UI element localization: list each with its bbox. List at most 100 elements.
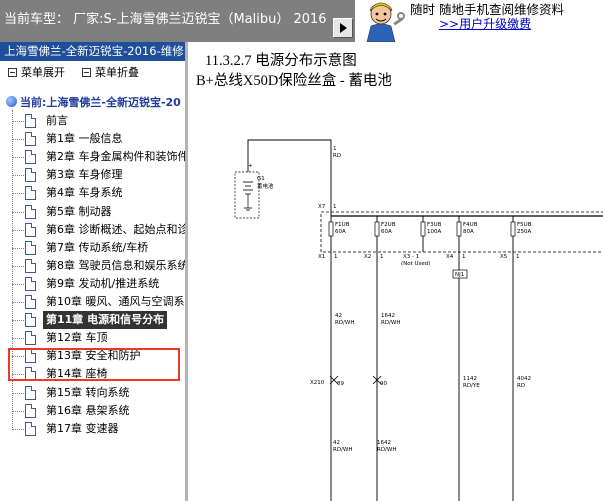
fuse-connector-pin: 1: [462, 254, 466, 260]
document-icon: [25, 313, 36, 328]
tree-branch-line: [12, 193, 24, 195]
tree-item[interactable]: 第10章 暖风、通风与空调系: [12, 293, 185, 311]
document-icon: [25, 186, 36, 201]
tree-root-current[interactable]: 当前:上海雪佛兰-全新迈锐宝-20: [6, 94, 181, 112]
fuse-symbol: [374, 221, 380, 237]
tree-item-label: 第12章 车顶: [46, 331, 108, 345]
tree-branch-line: [12, 247, 24, 249]
inline-pin-1: 89: [337, 381, 344, 387]
tree-item[interactable]: 第4章 车身系统: [12, 184, 185, 202]
fuse-rating: 60A: [335, 229, 346, 235]
fuse-name: F2UB: [381, 222, 396, 228]
fuse-name: F3UB: [427, 222, 442, 228]
fuse-wire-color: RD: [517, 383, 525, 389]
top-connector-pin: 1: [333, 204, 337, 210]
document-icon: [25, 240, 36, 255]
tree-item-label: 第6章 诊断概述、起始点和诊: [46, 222, 188, 236]
tree-item-label: 第7章 传动系统/车桥: [46, 240, 149, 254]
fuses: F1UB60AX1 142RD/WHF2UB60AX2 11642RD/WHF3UB…: [318, 216, 532, 501]
fuse-connector: X4: [446, 254, 454, 260]
fuse-connector-pin: 1: [516, 254, 520, 260]
upgrade-payment-link[interactable]: >>用户升级缴费: [439, 17, 531, 32]
top-connector: X7: [318, 204, 326, 210]
fuse-rating: 100A: [427, 229, 441, 235]
fuse-wire-number: 4042: [517, 376, 531, 382]
lower-wire-1-color: RD/WH: [333, 447, 352, 453]
document-icon: [25, 132, 36, 147]
fuse-rating: 250A: [517, 229, 531, 235]
tree-item[interactable]: 第6章 诊断概述、起始点和诊: [12, 221, 185, 239]
expand-all-button[interactable]: 菜单展开: [8, 62, 65, 84]
fuse-symbol: [328, 221, 334, 237]
top-wire-color: RD: [333, 153, 341, 159]
tree-item[interactable]: 第3章 车身修理: [12, 166, 185, 184]
tree-item[interactable]: 第5章 制动器: [12, 203, 185, 221]
fuse-wire-color: RD/WH: [335, 320, 354, 326]
inline-pin-2: 90: [380, 381, 387, 387]
document-icon: [25, 204, 36, 219]
fuse-wire-color: RD/YE: [463, 383, 480, 389]
tree-branch-line: [12, 211, 24, 213]
tree-item[interactable]: 第15章 转向系统: [12, 384, 185, 402]
tree-branch-line: [12, 175, 24, 177]
collapse-all-label: 菜单折叠: [95, 66, 139, 79]
tree-item[interactable]: 第11章 电源和信号分布: [12, 311, 185, 330]
tree-item[interactable]: 第1章 一般信息: [12, 130, 185, 148]
tree-item[interactable]: 第17章 变速器: [12, 420, 185, 438]
tree-item[interactable]: 第2章 车身金属构件和装饰件: [12, 148, 185, 166]
top-wire-number: 1: [333, 146, 337, 152]
tree-root-label: 当前:上海雪佛兰-全新迈锐宝-20: [20, 96, 181, 109]
document-icon: [25, 222, 36, 237]
globe-icon: [6, 96, 17, 107]
tree-item[interactable]: 第9章 发动机/推进系统: [12, 275, 185, 293]
top-bar: 当前车型： 厂家:S-上海雪佛兰迈锐宝（Malibu） 2016 随时 随地手机…: [0, 0, 603, 42]
battery-ref: G1: [257, 176, 265, 182]
fuse-rating: 60A: [381, 229, 392, 235]
fuse-name: F5UB: [517, 222, 532, 228]
fuse-symbol: [510, 221, 516, 237]
tree-branch-line: [12, 302, 24, 303]
fuse-wire-number: 42: [335, 313, 342, 319]
tree-item-label: 第15章 转向系统: [46, 385, 130, 399]
tree-item-label: 第4章 车身系统: [46, 186, 123, 200]
tree-item-label: 第9章 发动机/推进系统: [46, 276, 160, 290]
tree-branch-line: [12, 121, 24, 122]
collapse-all-button[interactable]: 菜单折叠: [82, 62, 139, 84]
tree-branch-line: [12, 229, 24, 231]
expand-icon: [8, 68, 17, 77]
tree-branch-line: [12, 320, 24, 322]
fuse-name: F1UB: [335, 222, 350, 228]
fuse-box-x50d: [320, 211, 603, 253]
current-car-model: 当前车型： 厂家:S-上海雪佛兰迈锐宝（Malibu） 2016: [4, 12, 327, 27]
document-icon: [25, 403, 36, 418]
lower-wire-2-color: RD/WH: [377, 447, 396, 453]
fuse-connector-pin: 1: [334, 254, 338, 260]
fuse-connector: X3 - 1: [403, 254, 419, 260]
mechanic-cartoon-icon: [366, 2, 405, 42]
promo-text: 随时 随地手机查阅维修资料: [410, 2, 564, 17]
battery-plus-label: +: [248, 163, 253, 169]
play-arrow-icon: [340, 23, 347, 33]
tree-branch-line: [12, 157, 24, 159]
tree-item[interactable]: 第7章 传动系统/车桥: [12, 239, 185, 257]
fuse-column: F4UB80A X4 1 NJ1 1142RD/YE: [446, 216, 480, 501]
junction-label: NJ1: [455, 272, 464, 278]
sidebar-toolbar: 菜单展开 菜单折叠: [0, 62, 185, 84]
fuse-column: F5UB250A X5 1 4042RD: [500, 216, 532, 501]
fuse-wire-number: 1642: [381, 313, 395, 319]
tree-item[interactable]: 前言: [12, 112, 185, 130]
fuse-column: F2UB60AX2 11642RD/WH: [364, 216, 400, 501]
tree-branch-line: [12, 283, 24, 285]
promo-banner[interactable]: 随时 随地手机查阅维修资料 >>用户升级缴费: [355, 0, 603, 42]
fuse-symbol: [456, 221, 462, 237]
expand-all-label: 菜单展开: [21, 66, 65, 79]
nav-arrow-button[interactable]: [333, 18, 353, 38]
tree-item[interactable]: 第16章 悬架系统: [12, 402, 185, 420]
selection-highlight-box: [8, 348, 180, 381]
tree-item[interactable]: 第8章 驾驶员信息和娱乐系统: [12, 257, 185, 275]
tree-item-label: 第10章 暖风、通风与空调系: [46, 295, 185, 308]
document-icon: [25, 276, 36, 291]
lower-wire-1-number: 42: [333, 440, 340, 446]
battery-label: 蓄电池: [257, 182, 274, 190]
tree-item[interactable]: 第12章 车顶: [12, 329, 185, 347]
